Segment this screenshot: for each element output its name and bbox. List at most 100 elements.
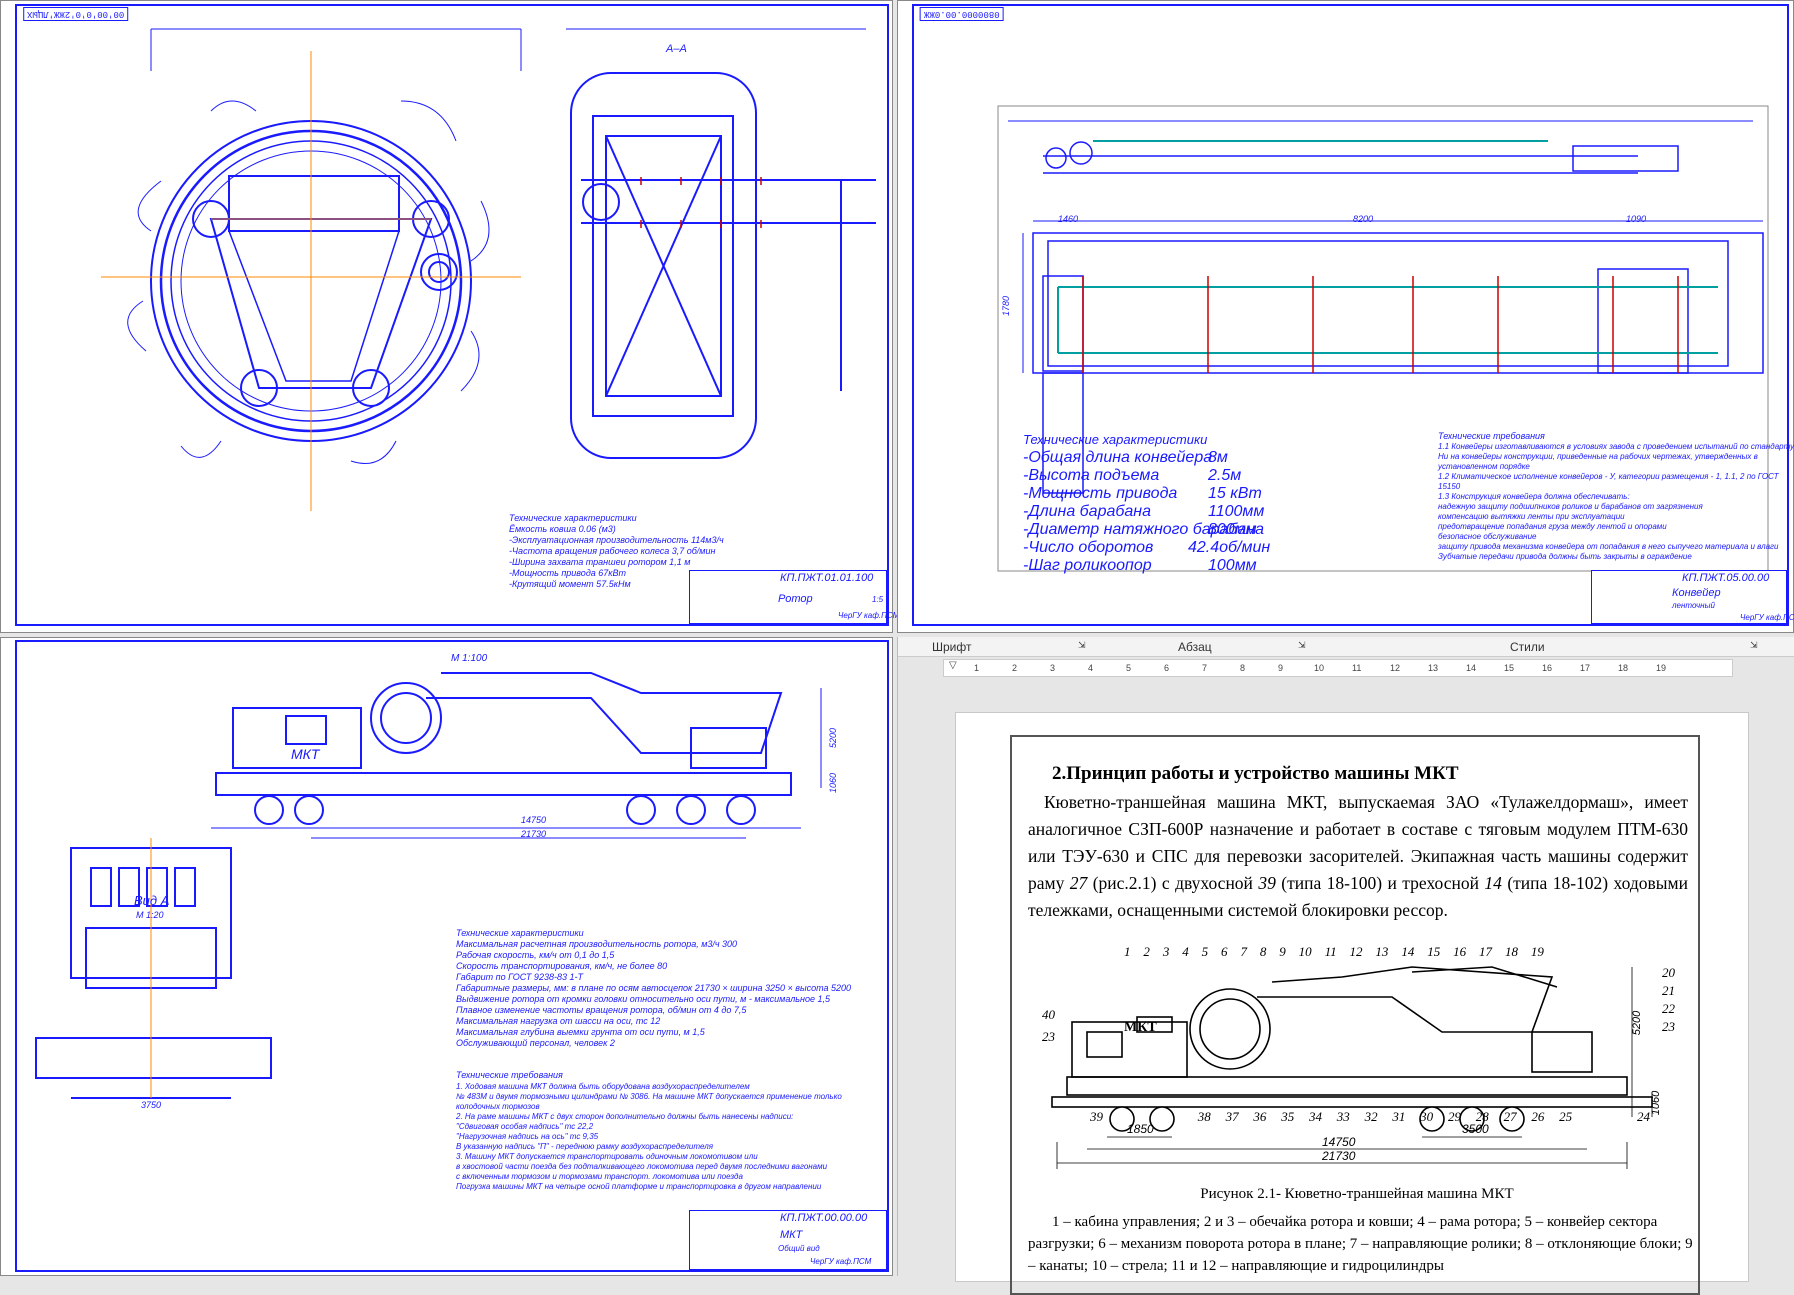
title-code: КП.ПЖТ.00.00.00	[780, 1212, 868, 1224]
ribbon-group-labels: Шрифт ⇲ Абзац ⇲ Стили ⇲	[898, 637, 1794, 657]
paragraph-text: (типа 18-100) и трехосной	[1275, 873, 1485, 893]
ref-number: 14	[1484, 873, 1502, 893]
title-block: КП.ПЖТ.05.00.00 Конвейер ленточный ЧерГУ…	[1591, 570, 1794, 624]
spec-value: 15 кВт	[1208, 485, 1262, 502]
scale-label: 1:5	[872, 595, 884, 604]
ruler-tick: 13	[1428, 663, 1439, 673]
figure-legend: 1 – кабина управления; 2 и 3 – обечайка …	[1028, 1214, 1693, 1274]
drawing-panel-conveyor: 0800000.00.0ЖЖ 1460 8200 1090 1780 Техни…	[897, 0, 1794, 633]
figure-callout: 3	[1162, 944, 1170, 959]
figure-callout: 7	[1240, 944, 1247, 959]
rotor-drawing	[101, 28, 876, 511]
figure-callout: 8	[1259, 944, 1267, 959]
ribbon-paragraph-label[interactable]: Абзац	[1178, 640, 1212, 654]
ruler-tick: 4	[1088, 663, 1094, 673]
ribbon-styles-launcher-icon[interactable]: ⇲	[1750, 640, 1758, 651]
ribbon-font-label[interactable]: Шрифт	[932, 640, 971, 654]
view-label: Вид А	[134, 893, 170, 908]
spec-line: Максимальная нагрузка от шасси на оси, т…	[456, 1016, 661, 1026]
spec-line: Плавное изменение частоты вращения ротор…	[456, 1005, 747, 1015]
figure-callout: 15	[1427, 944, 1441, 959]
figure-callout: 17	[1479, 944, 1493, 959]
spec-value: 100мм	[1208, 557, 1257, 574]
title-sub: Общий вид	[778, 1244, 820, 1253]
figure-callout: 1	[1124, 944, 1131, 959]
specs-heading: Технические характеристики	[1023, 432, 1208, 447]
figure-dim-total: 21730	[1322, 1149, 1356, 1163]
figure-callout: 34	[1308, 1109, 1322, 1124]
figure-callout: 28	[1475, 1109, 1489, 1124]
figure-callout: 14	[1401, 944, 1415, 959]
ref-number: 27	[1069, 873, 1088, 893]
figure-callout: 22	[1662, 1001, 1675, 1016]
ruler-tick: 12	[1390, 663, 1401, 673]
page-content-frame: 2.Принцип работы и устройство машины МКТ…	[1010, 735, 1700, 1295]
figure-callout: 20	[1662, 965, 1675, 980]
figure-callout: 10	[1298, 944, 1312, 959]
spec-value: 800мм	[1208, 521, 1257, 538]
ruler-tick: 10	[1314, 663, 1325, 673]
spec-line: Максимальная глубина выемки грунта от ос…	[456, 1027, 705, 1037]
figure-dim-height: 5200	[1631, 1010, 1644, 1036]
figure-callout: 36	[1253, 1109, 1267, 1124]
figure-callout: 39	[1090, 1109, 1103, 1124]
ribbon-styles-label[interactable]: Стили	[1510, 640, 1545, 654]
title-code: КП.ПЖТ.01.01.100	[780, 572, 874, 584]
figure-callout: 5	[1201, 944, 1209, 959]
document-page[interactable]: 2.Принцип работы и устройство машины МКТ…	[955, 712, 1749, 1295]
spec-label: -Общая длина конвейера	[1023, 449, 1213, 466]
req-heading: Технические требования	[456, 1070, 563, 1080]
specs-heading: Технические характеристики	[456, 928, 584, 938]
spec-line: Выдвижение ротора от кромки головки отно…	[456, 994, 831, 1004]
title-block: КП.ПЖТ.00.00.00 МКТ Общий вид ЧерГУ каф.…	[689, 1210, 887, 1270]
ribbon-paragraph-launcher-icon[interactable]: ⇲	[1298, 640, 1306, 651]
figure-callout: 4	[1182, 944, 1189, 959]
ruler-tick: 7	[1202, 663, 1208, 673]
spec-line: -Эксплуатационная производительность 114…	[509, 535, 724, 545]
figure-callout: 26	[1531, 1109, 1545, 1124]
dim-total: 21730	[521, 829, 547, 839]
sheet-info: ЧерГУ каф.ПСМ	[810, 1257, 872, 1266]
figure-machine-label: МКТ	[1124, 1020, 1157, 1035]
word-document-window: Шрифт ⇲ Абзац ⇲ Стили ⇲ 1 2 3 4 5 6 7 8 …	[897, 637, 1794, 1295]
spec-line: Габаритные размеры, мм: в плане по осям …	[456, 983, 852, 993]
drawing-panel-rotor: 00'00'0'0'2ЖЖ'ЛЦЫХ А–А Технические харак…	[0, 0, 899, 633]
dim-wheel: 1060	[828, 772, 839, 794]
spec-label: -Мощность привода	[1023, 485, 1178, 502]
figure-callout: 13	[1375, 944, 1389, 959]
dim-total: 8200	[1353, 214, 1374, 224]
spec-label: -Число оборотов	[1023, 539, 1154, 556]
spec-line: -Мощность привода 67кВт	[509, 568, 627, 578]
dim-height: 5200	[828, 727, 839, 749]
figure-callout: 11	[1324, 944, 1337, 959]
ruler-tick: 1	[974, 663, 980, 673]
spec-label: -Шаг роликоопор	[1023, 557, 1152, 574]
ruler-tick: 5	[1126, 663, 1132, 673]
ruler-tick: 11	[1352, 663, 1362, 673]
figure-callout: 19	[1530, 944, 1544, 959]
figure-callout: 9	[1279, 944, 1286, 959]
ruler-tick: 15	[1504, 663, 1515, 673]
body-paragraph[interactable]: Кюветно-траншейная машина МКТ, выпускаем…	[1028, 789, 1688, 924]
horizontal-ruler[interactable]: 1 2 3 4 5 6 7 8 9 10 11 12 13 14 15 16 1…	[943, 659, 1733, 677]
dim-left: 1460	[1058, 214, 1079, 224]
dim-height: 1780	[1001, 295, 1012, 317]
figure-callout: 18	[1504, 944, 1518, 959]
dim-base: 14750	[521, 815, 547, 825]
spec-line: -Крутящий момент 57.5кНм	[509, 579, 631, 589]
figure-callout: 16	[1453, 944, 1467, 959]
figure-callout: 38	[1197, 1109, 1211, 1124]
figure-dim-wheel: 1060	[1650, 1090, 1663, 1116]
indent-marker-icon[interactable]: ▽	[949, 660, 957, 671]
figure-callout: 6	[1221, 944, 1228, 959]
req-line: 1.2 Климатическое исполнение конвейеров …	[1438, 472, 1779, 481]
figure-callout: 29	[1447, 1109, 1461, 1124]
spec-line: -Частота вращения рабочего колеса 3,7 об…	[509, 546, 716, 556]
dim-view-width: 3750	[141, 1100, 162, 1110]
specs-heading: Технические характеристики	[509, 513, 637, 523]
spec-line: Максимальная расчетная производительност…	[456, 939, 738, 949]
spec-label: -Высота подъема	[1023, 467, 1160, 484]
figure-callout: 25	[1559, 1109, 1573, 1124]
ruler-tick: 17	[1580, 663, 1591, 673]
ribbon-font-launcher-icon[interactable]: ⇲	[1078, 640, 1086, 651]
